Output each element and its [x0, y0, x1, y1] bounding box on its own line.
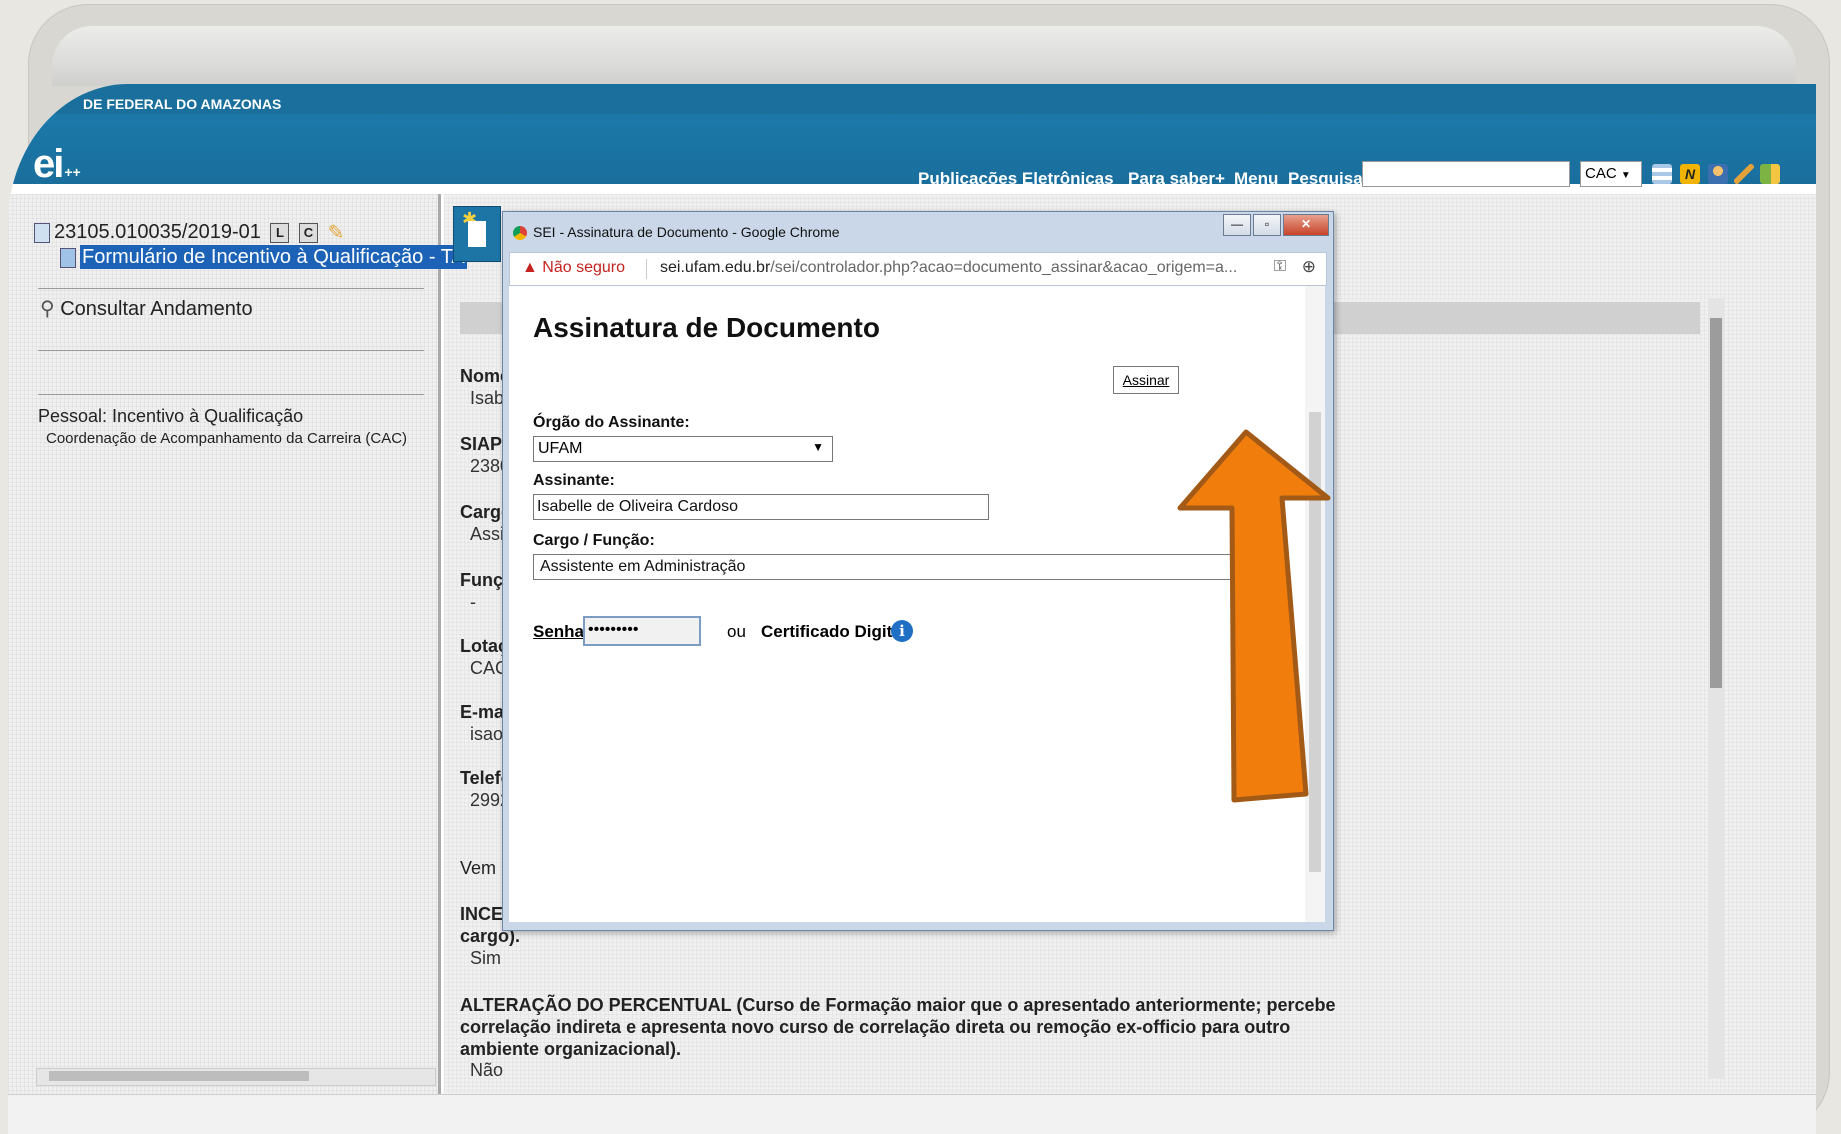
assinante-label: Assinante: [533, 472, 615, 489]
new-document-button[interactable]: ✱ [453, 206, 501, 262]
field-funcao-value: - [470, 592, 476, 612]
close-button[interactable]: ✕ [1283, 214, 1329, 236]
document-node[interactable]: Formulário de Incentivo à Qualificação -… [60, 245, 467, 269]
dialog-heading: Assinatura de Documento [533, 312, 880, 343]
tree-hscrollbar[interactable] [36, 1068, 436, 1086]
org-name: DE FEDERAL DO AMAZONAS [83, 96, 282, 112]
assinar-button[interactable]: Assinar [1113, 366, 1179, 394]
magnifier-icon: ⚲ [40, 298, 55, 320]
process-unit: Coordenação de Acompanhamento da Carreir… [46, 430, 408, 447]
tree-divider [38, 394, 424, 395]
alteracao-label: ALTERAÇÃO DO PERCENTUAL (Curso de Formaç… [460, 995, 1336, 1059]
paper-icon [468, 221, 486, 247]
nav-menu[interactable]: Menu [1234, 169, 1278, 189]
nav-publicacoes[interactable]: Publicações Eletrônicas [918, 169, 1114, 189]
assinante-input[interactable] [533, 494, 989, 520]
certificado-digital-link[interactable]: Certificado Digital [761, 622, 906, 642]
list-icon[interactable] [1652, 164, 1672, 184]
process-icon [34, 222, 50, 243]
dialog-content: Assinatura de Documento Assinar Órgão do… [509, 286, 1305, 922]
nav-pesquisa[interactable]: Pesquisa [1288, 169, 1363, 189]
tree-divider [38, 288, 424, 289]
not-secure-indicator[interactable]: ▲ Não seguro [522, 259, 625, 277]
zoom-icon[interactable]: ⊕ [1302, 257, 1316, 277]
sei-logo[interactable]: ei ++ [33, 142, 81, 187]
nav-para-saber[interactable]: Para saber+ [1128, 169, 1225, 189]
consultar-andamento-link[interactable]: ⚲ Consultar Andamento [40, 296, 253, 321]
search-input[interactable] [1362, 161, 1570, 187]
url-text[interactable]: sei.ufam.edu.br/sei/controlador.php?acao… [660, 259, 1237, 277]
ou-text: ou [727, 622, 746, 641]
warning-icon: ▲ [522, 259, 538, 276]
user-icon[interactable] [1708, 164, 1728, 184]
address-bar[interactable]: ▲ Não seguro sei.ufam.edu.br/sei/control… [509, 252, 1327, 286]
status-band [8, 1094, 1816, 1134]
dialog-vscrollbar[interactable] [1305, 286, 1325, 922]
signature-dialog-window: SEI - Assinatura de Documento - Google C… [502, 211, 1334, 931]
dialog-title: SEI - Assinatura de Documento - Google C… [513, 224, 840, 241]
senha-label: Senha [533, 622, 585, 641]
cargo-input[interactable] [533, 554, 1233, 580]
minimize-button[interactable]: — [1223, 214, 1251, 236]
orgao-label: Órgão do Assinante: [533, 414, 690, 431]
monitor-top-bezel [52, 26, 1796, 86]
incentivo-value: Sim [470, 948, 501, 968]
wrench-icon[interactable] [1734, 164, 1754, 184]
badge-c[interactable]: C [299, 222, 318, 243]
badge-l[interactable]: L [270, 222, 290, 243]
process-number[interactable]: 23105.010035/2019-01 [54, 221, 261, 243]
org-strip: DE FEDERAL DO AMAZONAS [8, 84, 1816, 114]
senha-input[interactable]: ••••••••• [583, 616, 701, 646]
password-key-icon[interactable]: ⚿ [1274, 258, 1286, 276]
n-badge-icon[interactable]: N [1680, 164, 1700, 184]
form-icon [60, 247, 76, 268]
chrome-icon [513, 226, 527, 241]
sei-header: ei ++ Publicações Eletrônicas Para saber+… [8, 114, 1816, 188]
exit-icon[interactable] [1760, 164, 1780, 184]
maximize-button[interactable]: ▫ [1253, 214, 1281, 236]
cargo-label: Cargo / Função: [533, 532, 655, 549]
unit-select[interactable]: CAC ▼ [1580, 161, 1642, 187]
process-type: Pessoal: Incentivo à Qualificação [38, 406, 304, 426]
process-node[interactable]: 23105.010035/2019-01 L C ✎ [34, 220, 344, 245]
document-vscrollbar[interactable] [1708, 298, 1724, 1078]
info-icon[interactable]: i [891, 620, 913, 642]
panel-divider[interactable] [438, 194, 441, 1094]
alteracao-value: Não [470, 1060, 504, 1076]
orgao-select[interactable]: UFAM ▼ [533, 436, 833, 462]
tree-divider [38, 350, 424, 351]
key-icon: ✎ [327, 222, 345, 244]
process-tree-panel [8, 194, 438, 1094]
document-title[interactable]: Formulário de Incentivo à Qualificação -… [80, 245, 467, 269]
